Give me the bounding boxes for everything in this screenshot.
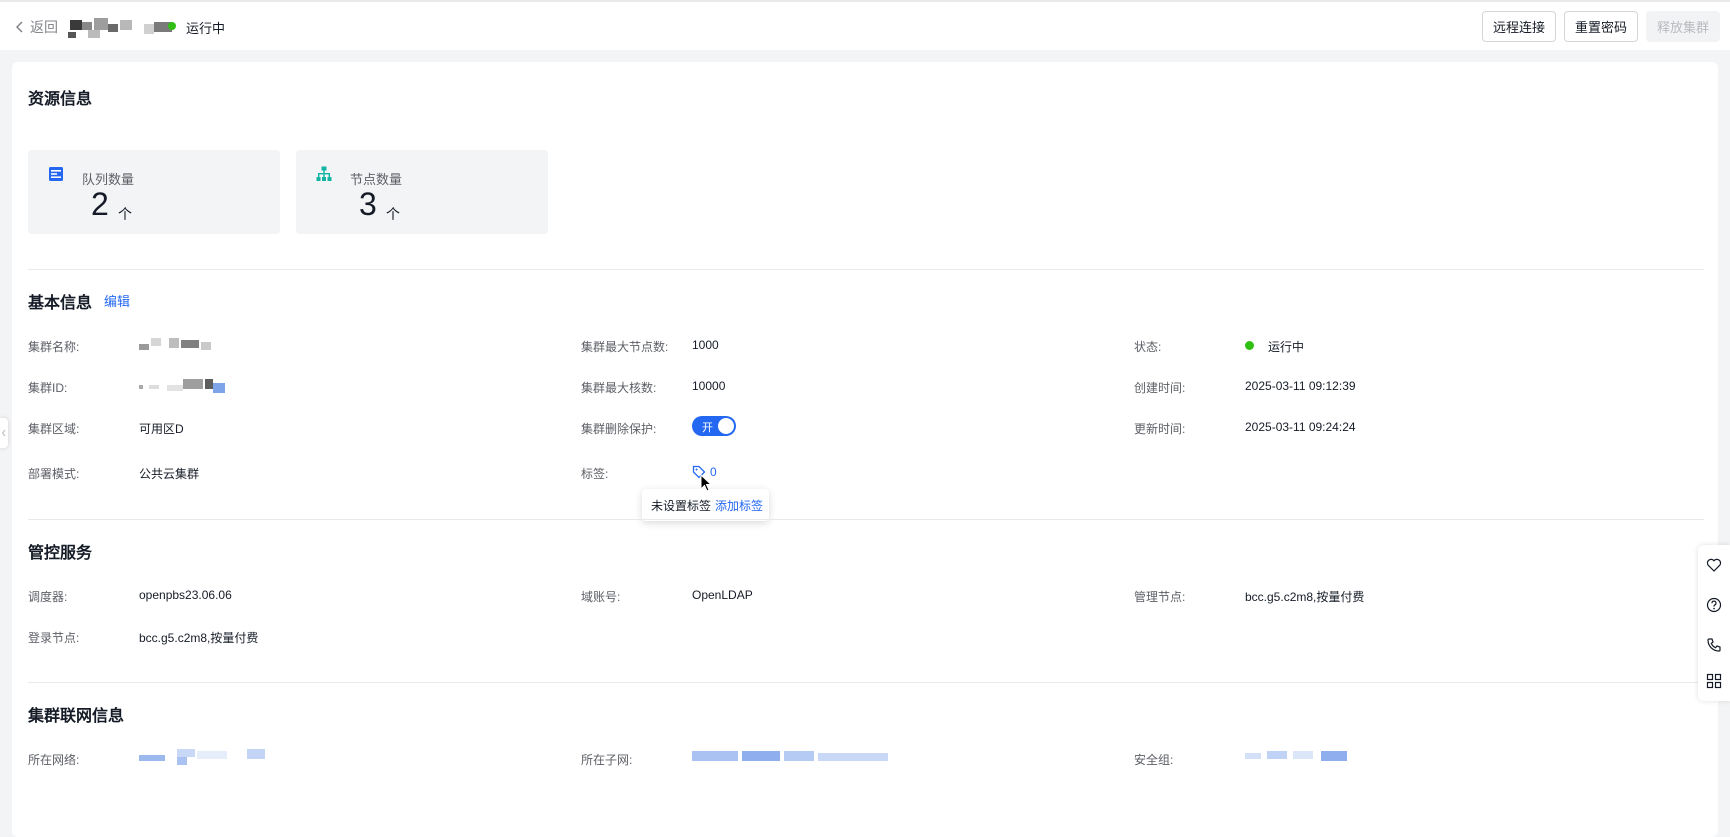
- security-group-label: 安全组:: [1134, 753, 1174, 767]
- running-status-dot: [1245, 341, 1254, 350]
- scheduler-label: 调度器:: [28, 590, 68, 604]
- basic-section-title: 基本信息: [28, 295, 93, 312]
- queue-count-value: 2: [91, 186, 109, 222]
- delete-protection-toggle[interactable]: 开: [692, 416, 736, 436]
- phone-icon[interactable]: [1706, 637, 1722, 653]
- chevron-left-icon: [15, 21, 23, 33]
- queue-icon: [49, 167, 63, 181]
- delete-protection-label: 集群删除保护:: [581, 422, 657, 436]
- cluster-name-label: 集群名称:: [28, 340, 80, 354]
- resource-section-title: 资源信息: [28, 91, 93, 108]
- max-nodes-value: 1000: [692, 338, 719, 352]
- cluster-region-label: 集群区域:: [28, 422, 80, 436]
- cluster-id-label: 集群ID:: [28, 381, 68, 395]
- page-header: 返回 运行中 远程连接 重置密码 释放集群: [0, 0, 1730, 50]
- redacted-cluster-id-value: [139, 379, 225, 393]
- release-cluster-button[interactable]: 释放集群: [1646, 11, 1720, 42]
- network-section-title: 集群联网信息: [28, 708, 125, 725]
- management-node-label: 管理节点:: [1134, 590, 1186, 604]
- tooltip-text: 未设置标签: [651, 498, 712, 513]
- redacted-vpc-link[interactable]: [139, 749, 269, 765]
- management-node-value: bcc.g5.c2m8,按量付费: [1245, 590, 1365, 604]
- toggle-on-text: 开: [702, 422, 713, 434]
- node-count-unit: 个: [386, 206, 400, 222]
- redacted-cluster-name: [68, 18, 172, 38]
- edit-link[interactable]: 编辑: [104, 291, 130, 310]
- divider: [28, 682, 1704, 683]
- back-button[interactable]: 返回: [14, 17, 58, 37]
- queue-count-unit: 个: [118, 206, 132, 222]
- control-section-title: 管控服务: [28, 545, 93, 562]
- sidebar-collapse-handle[interactable]: [0, 418, 8, 448]
- chevron-left-icon: [1, 429, 6, 437]
- state-value: 运行中: [1268, 340, 1305, 354]
- cluster-region-value: 可用区D: [139, 422, 184, 436]
- add-tag-link[interactable]: 添加标签: [715, 497, 763, 514]
- tags-label: 标签:: [581, 467, 609, 481]
- reset-password-button[interactable]: 重置密码: [1564, 11, 1638, 42]
- status-dot: [168, 22, 176, 30]
- max-nodes-label: 集群最大节点数:: [581, 340, 669, 354]
- favorite-heart-icon[interactable]: [1706, 557, 1722, 573]
- redacted-subnet-link[interactable]: [692, 749, 892, 765]
- queue-count-card: 队列数量 2 个: [28, 150, 280, 234]
- remote-connect-button[interactable]: 远程连接: [1482, 11, 1556, 42]
- floating-toolbar: [1698, 545, 1730, 701]
- redacted-security-group-link[interactable]: [1245, 749, 1355, 765]
- updated-time-label: 更新时间:: [1134, 422, 1186, 436]
- state-label: 状态:: [1134, 340, 1162, 354]
- node-count-card: 节点数量 3 个: [296, 150, 548, 234]
- toggle-knob: [718, 418, 734, 434]
- domain-account-value: OpenLDAP: [692, 588, 753, 602]
- scheduler-value: openpbs23.06.06: [139, 588, 232, 602]
- deploy-mode-label: 部署模式:: [28, 467, 80, 481]
- max-cores-label: 集群最大核数:: [581, 381, 657, 395]
- vpc-label: 所在网络:: [28, 753, 80, 767]
- node-tree-icon: [316, 166, 332, 181]
- back-label: 返回: [30, 19, 58, 35]
- subnet-label: 所在子网:: [581, 753, 633, 767]
- help-question-icon[interactable]: [1706, 597, 1722, 613]
- divider: [28, 519, 1704, 520]
- header-status-text: 运行中: [186, 21, 226, 36]
- main-card: 资源信息 队列数量 2 个 节点数量 3 个 基本信息 编辑 集群名称: 集群I…: [12, 62, 1718, 837]
- apps-grid-icon[interactable]: [1706, 673, 1722, 689]
- created-time-label: 创建时间:: [1134, 381, 1186, 395]
- created-time-value: 2025-03-11 09:12:39: [1245, 379, 1356, 393]
- mouse-cursor-icon: [700, 474, 713, 492]
- login-node-value: bcc.g5.c2m8,按量付费: [139, 631, 259, 645]
- header-status: 运行中: [168, 18, 226, 37]
- deploy-mode-value: 公共云集群: [139, 467, 200, 481]
- divider: [28, 269, 1704, 270]
- redacted-cluster-name-value: [139, 338, 211, 350]
- login-node-label: 登录节点:: [28, 631, 80, 645]
- node-count-value: 3: [359, 186, 377, 222]
- domain-account-label: 域账号:: [581, 590, 621, 604]
- max-cores-value: 10000: [692, 379, 726, 393]
- updated-time-value: 2025-03-11 09:24:24: [1245, 420, 1356, 434]
